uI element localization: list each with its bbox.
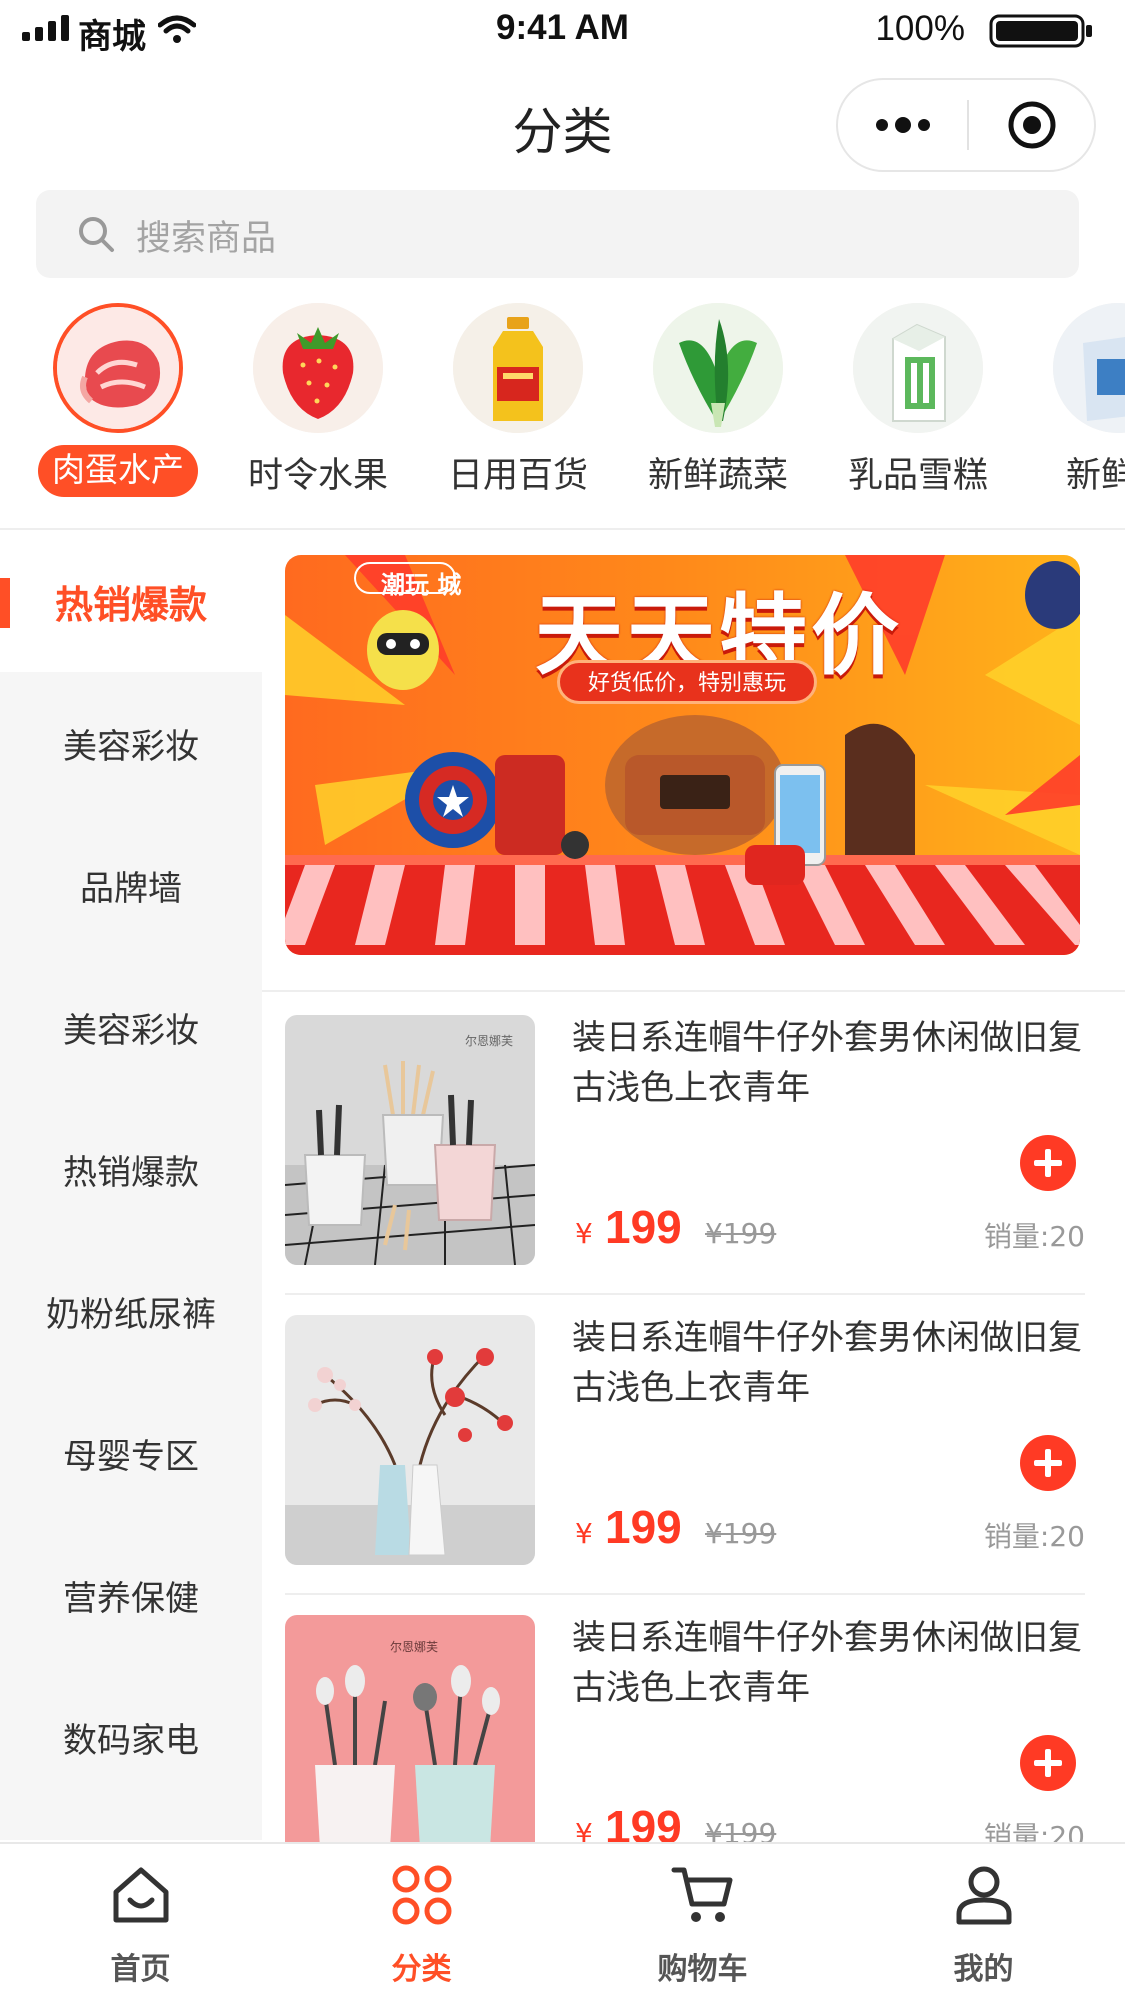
sidebar-item-hot[interactable]: 热销爆款: [0, 530, 262, 672]
sidebar-item-brand-wall[interactable]: 品牌墙: [0, 814, 262, 956]
banner-subtitle: 好货低价，特别惠玩: [557, 660, 817, 704]
search-placeholder: 搜索商品: [136, 219, 277, 259]
promo-banner[interactable]: 潮玩 城 天天特价 好货低价，特别惠玩: [285, 555, 1080, 955]
close-icon[interactable]: [969, 80, 1094, 170]
product-image: 尔恩娜芙: [285, 1615, 535, 1865]
sidebar-item-beauty[interactable]: 美容彩妆: [0, 956, 262, 1098]
product-image: 尔恩娜芙: [285, 1015, 535, 1265]
tab-label: 首页: [110, 1952, 171, 1987]
status-bar: 商城 9:41 AM 100%: [0, 0, 1125, 60]
battery-icon: [989, 14, 1092, 48]
category-item-vegetable[interactable]: 新鲜蔬菜: [623, 295, 813, 525]
vegetable-icon: [653, 303, 783, 433]
strawberry-icon: [253, 303, 383, 433]
search-input[interactable]: 搜索商品: [36, 190, 1079, 278]
battery-percent: 100%: [875, 9, 965, 48]
original-price: ¥199: [705, 1217, 777, 1250]
screen: 商城 9:41 AM 100% 分类 搜索商品 肉蛋水产 时令水果 日用百货 新…: [0, 0, 1125, 2001]
bottom-tab-bar: 首页 分类 购物车 我的: [0, 1842, 1125, 2001]
price-currency: ¥: [575, 1217, 593, 1250]
sidebar-item-digital[interactable]: 数码家电: [0, 1666, 262, 1808]
oil-bottle-icon: [453, 303, 583, 433]
product-price: 199: [605, 1501, 682, 1553]
tab-label: 分类: [391, 1952, 452, 1987]
tab-cart[interactable]: 购物车: [562, 1844, 843, 2001]
tab-profile[interactable]: 我的: [843, 1844, 1124, 2001]
sidebar-item-health[interactable]: 营养保健: [0, 1524, 262, 1666]
tab-category[interactable]: 分类: [281, 1844, 562, 2001]
category-strip: 肉蛋水产 时令水果 日用百货 新鲜蔬菜 乳品雪糕 新鲜: [0, 295, 1125, 525]
category-label: 肉蛋水产: [38, 445, 198, 497]
search-icon: [79, 217, 114, 252]
sales-count: 销量:20: [983, 1220, 1085, 1253]
product-image: [285, 1315, 535, 1565]
product-card[interactable]: 装日系连帽牛仔外套男休闲做旧复古浅色上衣青年 ¥ 199 ¥199 销量:20: [285, 1295, 1085, 1595]
product-price: 199: [605, 1201, 682, 1253]
divider: [262, 990, 1125, 992]
sidebar-item-hot[interactable]: 热销爆款: [0, 1098, 262, 1240]
sidebar-item-beauty[interactable]: 美容彩妆: [0, 672, 262, 814]
category-item-dairy[interactable]: 乳品雪糕: [823, 295, 1013, 525]
category-icon: [392, 1865, 452, 1925]
category-label: 新鲜蔬菜: [647, 456, 788, 496]
category-item-fruit[interactable]: 时令水果: [223, 295, 413, 525]
product-title: 装日系连帽牛仔外套男休闲做旧复古浅色上衣青年: [572, 1018, 1082, 1108]
home-icon: [113, 1867, 169, 1923]
category-label: 时令水果: [247, 456, 388, 496]
category-item-fresh[interactable]: 新鲜: [1023, 295, 1125, 525]
add-to-cart-button[interactable]: [1020, 1435, 1076, 1491]
user-icon: [956, 1866, 1012, 1925]
sidebar-item-mother-baby[interactable]: 母婴专区: [0, 1382, 262, 1524]
more-icon[interactable]: [838, 80, 967, 170]
product-card[interactable]: 尔恩娜芙 装日系连帽牛仔外套男休闲做旧复古浅色上衣青年 ¥ 199 ¥199 销…: [285, 995, 1085, 1295]
original-price: ¥199: [705, 1517, 777, 1550]
svg-text:尔恩娜芙: 尔恩娜芙: [390, 1639, 438, 1654]
milk-carton-icon: [853, 303, 983, 433]
svg-text:尔恩娜芙: 尔恩娜芙: [465, 1033, 513, 1048]
cart-icon: [671, 1867, 733, 1922]
category-item-meat[interactable]: 肉蛋水产: [23, 295, 213, 525]
add-to-cart-button[interactable]: [1020, 1735, 1076, 1791]
product-title: 装日系连帽牛仔外套男休闲做旧复古浅色上衣青年: [572, 1618, 1082, 1708]
price-currency: ¥: [575, 1517, 593, 1550]
product-title: 装日系连帽牛仔外套男休闲做旧复古浅色上衣青年: [572, 1318, 1082, 1408]
meat-icon: [53, 303, 183, 433]
category-label: 乳品雪糕: [847, 456, 988, 496]
tab-label: 我的: [953, 1952, 1014, 1987]
banner-tag: 潮玩 城: [381, 571, 462, 599]
category-item-daily[interactable]: 日用百货: [423, 295, 613, 525]
tab-home[interactable]: 首页: [0, 1844, 281, 2001]
category-label: 新鲜: [1066, 456, 1125, 496]
sales-count: 销量:20: [983, 1520, 1085, 1553]
tab-label: 购物车: [657, 1952, 748, 1987]
category-label: 日用百货: [447, 456, 588, 496]
mini-program-capsule: [836, 78, 1096, 172]
sidebar-item-baby-formula[interactable]: 奶粉纸尿裤: [0, 1240, 262, 1382]
fresh-icon: [1053, 303, 1125, 433]
add-to-cart-button[interactable]: [1020, 1135, 1076, 1191]
category-sidebar: 热销爆款 美容彩妆 品牌墙 美容彩妆 热销爆款 奶粉纸尿裤 母婴专区 营养保健 …: [0, 530, 262, 1840]
